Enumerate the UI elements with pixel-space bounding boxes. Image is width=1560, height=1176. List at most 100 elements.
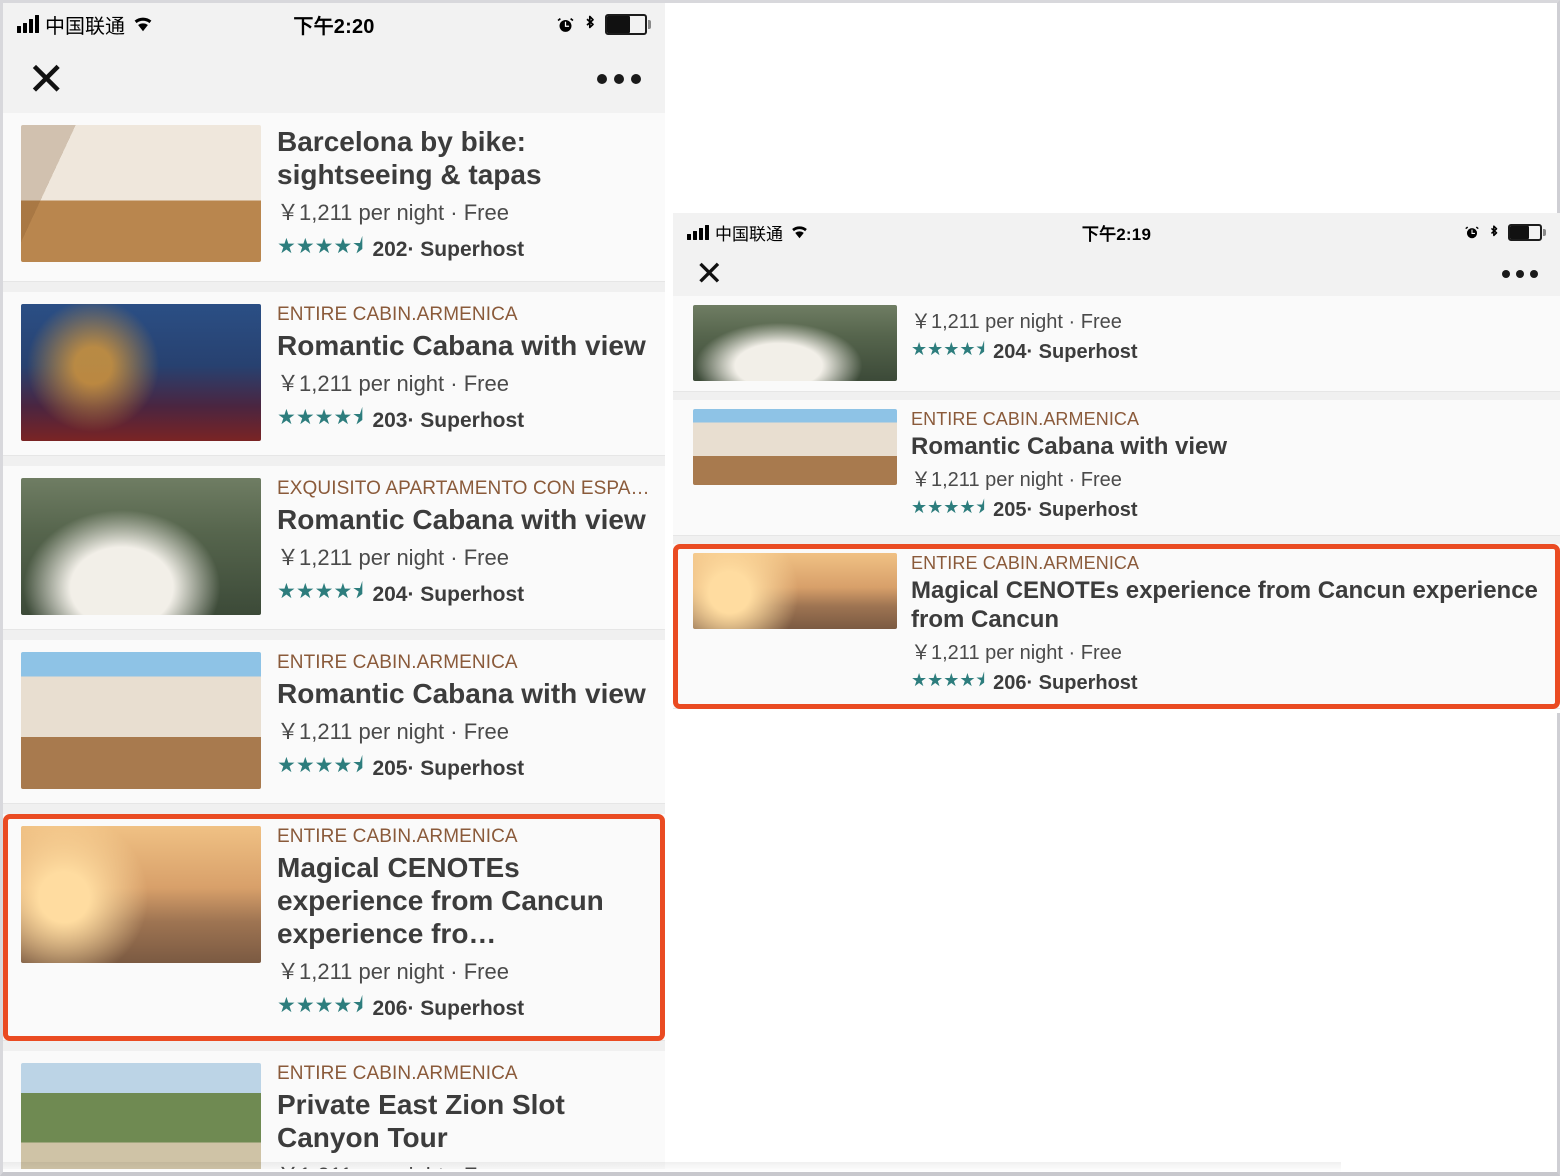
right-listing-list[interactable]: ￥1,211 per night · Free ★★★★⯨ 204· Superho…: [673, 296, 1560, 709]
listing-card[interactable]: ENTIRE CABIN.ARMENICA Romantic Cabana wit…: [3, 292, 665, 456]
bluetooth-icon: [1488, 224, 1500, 241]
listing-card-wrapper: ENTIRE CABIN.ARMENICA Romantic Cabana wit…: [3, 292, 665, 456]
listing-review-count: 204· Superhost: [372, 582, 525, 606]
listing-category: ENTIRE CABIN.ARMENICA: [277, 826, 518, 847]
left-nav-bar: ✕: [3, 45, 665, 113]
window-bottom-shadow: [3, 1162, 1341, 1172]
listing-thumbnail: [693, 409, 897, 485]
battery-icon: [1507, 223, 1546, 241]
listing-card[interactable]: ENTIRE CABIN.ARMENICA Private East Zion S…: [3, 1051, 665, 1169]
listing-card[interactable]: Barcelona by bike: sightseeing & tapas ￥1…: [3, 113, 665, 282]
listing-title: Romantic Cabana with view: [277, 678, 646, 709]
listing-price: ￥1,211 per night · Free: [277, 545, 509, 570]
listing-price: ￥1,211 per night · Free: [277, 371, 509, 396]
listing-thumbnail: [21, 1063, 261, 1169]
listing-category: ENTIRE CABIN.ARMENICA: [911, 553, 1140, 573]
listing-review-count: 205· Superhost: [372, 756, 525, 780]
more-options-icon[interactable]: [1496, 269, 1538, 278]
listing-title: Magical CENOTEs experience from Cancun e…: [277, 852, 604, 949]
bluetooth-icon: [583, 14, 597, 34]
listing-info: ENTIRE CABIN.ARMENICA Magical CENOTEs exp…: [911, 553, 1546, 698]
listing-card[interactable]: ENTIRE CABIN.ARMENICA Romantic Cabana wit…: [3, 640, 665, 804]
listing-category: EXQUISITO APARTAMENTO CON ESPACI…: [277, 478, 651, 499]
listing-thumbnail: [21, 826, 261, 963]
list-separator: [3, 282, 665, 292]
listing-card[interactable]: EXQUISITO APARTAMENTO CON ESPACI… Romanti…: [3, 466, 665, 630]
signal-icon: [17, 15, 39, 33]
right-phone-window: 中国联通 下午2:19 ✕ ￥1,211 per night · Free ★★…: [673, 213, 1560, 713]
list-separator: [673, 536, 1560, 544]
listing-card[interactable]: ￥1,211 per night · Free ★★★★⯨ 204· Superho…: [673, 296, 1560, 392]
listing-price: ￥1,211 per night · Free: [911, 642, 1122, 664]
star-rating-icon: ★★★★⯨: [911, 497, 986, 517]
star-rating-icon: ★★★★⯨: [911, 670, 986, 690]
more-options-icon[interactable]: [590, 74, 641, 84]
listing-title: Private East Zion Slot Canyon Tour: [277, 1089, 565, 1153]
battery-icon: [604, 13, 651, 35]
listing-title: Magical CENOTEs experience from Cancun e…: [911, 577, 1538, 633]
left-status-bar: 中国联通 下午2:20: [3, 3, 665, 45]
listing-card-wrapper: ENTIRE CABIN.ARMENICA Romantic Cabana wit…: [3, 640, 665, 804]
listing-rating: ★★★★⯨ 206· Superhost: [911, 668, 1546, 698]
listing-card[interactable]: ENTIRE CABIN.ARMENICA Magical CENOTEs exp…: [673, 544, 1560, 709]
status-bar-left-group: 中国联通: [673, 220, 810, 245]
clock-label: 下午2:19: [1081, 224, 1152, 244]
listing-category: ENTIRE CABIN.ARMENICA: [277, 1063, 518, 1084]
listing-card-wrapper: ENTIRE CABIN.ARMENICA Romantic Cabana wit…: [673, 400, 1560, 536]
listing-info: ENTIRE CABIN.ARMENICA Romantic Cabana wit…: [277, 652, 651, 786]
listing-category: ENTIRE CABIN.ARMENICA: [277, 652, 518, 673]
listing-price: ￥1,211 per night · Free: [277, 200, 509, 225]
star-rating-icon: ★★★★⯨: [911, 339, 986, 359]
wifi-icon: [131, 15, 155, 33]
listing-category: ENTIRE CABIN.ARMENICA: [911, 409, 1140, 429]
listing-info: ￥1,211 per night · Free ★★★★⯨ 204· Superho…: [911, 305, 1546, 367]
list-separator: [3, 1041, 665, 1051]
listing-info: Barcelona by bike: sightseeing & tapas ￥1…: [277, 125, 651, 267]
listing-rating: ★★★★⯨ 205· Superhost: [277, 751, 651, 786]
signal-icon: [687, 224, 709, 240]
status-bar-right-group: [556, 13, 666, 35]
close-icon[interactable]: ✕: [27, 56, 66, 102]
listing-card-wrapper: EXQUISITO APARTAMENTO CON ESPACI… Romanti…: [3, 466, 665, 630]
listing-rating: ★★★★⯨ 204· Superhost: [277, 577, 651, 612]
star-rating-icon: ★★★★⯨: [277, 406, 364, 429]
star-rating-icon: ★★★★⯨: [277, 994, 364, 1017]
listing-card-wrapper: ￥1,211 per night · Free ★★★★⯨ 204· Superho…: [673, 296, 1560, 392]
list-separator: [3, 804, 665, 814]
listing-review-count: 206· Superhost: [993, 671, 1138, 694]
carrier-label: 中国联通: [715, 224, 783, 244]
left-listing-list[interactable]: Barcelona by bike: sightseeing & tapas ￥1…: [3, 113, 665, 1169]
listing-price: ￥1,211 per night · Free: [277, 719, 509, 744]
listing-review-count: 203· Superhost: [372, 408, 525, 432]
listing-info: ENTIRE CABIN.ARMENICA Magical CENOTEs exp…: [277, 826, 651, 1026]
listing-card-wrapper: ENTIRE CABIN.ARMENICA Magical CENOTEs exp…: [673, 544, 1560, 709]
listing-card[interactable]: ENTIRE CABIN.ARMENICA Romantic Cabana wit…: [673, 400, 1560, 536]
star-rating-icon: ★★★★⯨: [277, 580, 364, 603]
listing-price: ￥1,211 per night · Free: [277, 959, 509, 984]
close-icon[interactable]: ✕: [695, 257, 724, 291]
listing-rating: ★★★★⯨ 206· Superhost: [277, 991, 651, 1026]
listing-category: ENTIRE CABIN.ARMENICA: [277, 304, 518, 325]
listing-thumbnail: [21, 652, 261, 789]
listing-rating: ★★★★⯨ 202· Superhost: [277, 232, 651, 267]
listing-info: EXQUISITO APARTAMENTO CON ESPACI… Romanti…: [277, 478, 651, 612]
listing-title: Romantic Cabana with view: [277, 330, 646, 361]
listing-card-wrapper: Barcelona by bike: sightseeing & tapas ￥1…: [3, 113, 665, 282]
listing-thumbnail: [693, 553, 897, 629]
listing-card[interactable]: ENTIRE CABIN.ARMENICA Magical CENOTEs exp…: [3, 814, 665, 1041]
listing-thumbnail: [21, 125, 261, 262]
listing-info: ENTIRE CABIN.ARMENICA Romantic Cabana wit…: [277, 304, 651, 438]
listing-price: ￥1,211 per night · Free: [911, 311, 1122, 333]
right-status-bar: 中国联通 下午2:19: [673, 213, 1560, 251]
listing-title: Romantic Cabana with view: [911, 433, 1228, 460]
listing-review-count: 202· Superhost: [372, 237, 525, 261]
left-phone-window: 中国联通 下午2:20 ✕ Barcelona by bike: sightse…: [3, 3, 665, 1169]
listing-review-count: 204· Superhost: [993, 340, 1138, 363]
list-separator: [3, 630, 665, 640]
status-bar-right-group: [1464, 223, 1560, 241]
listing-card-wrapper: ENTIRE CABIN.ARMENICA Private East Zion S…: [3, 1051, 665, 1169]
list-separator: [3, 456, 665, 466]
clock-label: 下午2:20: [293, 15, 375, 38]
list-separator: [673, 392, 1560, 400]
listing-info: ENTIRE CABIN.ARMENICA Private East Zion S…: [277, 1063, 651, 1169]
